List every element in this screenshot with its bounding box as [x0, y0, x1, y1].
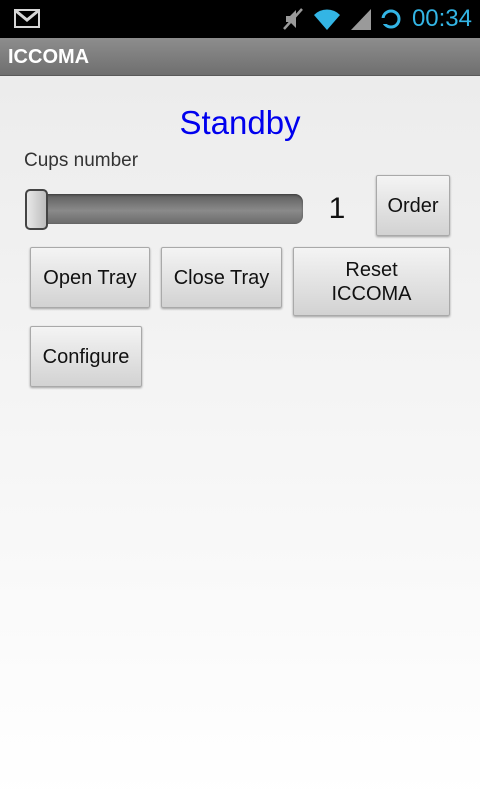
cups-number-label: Cups number	[24, 150, 139, 171]
main-content: Standby Cups number 1 Order Open Tray Cl…	[0, 76, 480, 800]
configure-button[interactable]: Configure	[30, 326, 142, 387]
action-bar: ICCOMA	[0, 38, 480, 76]
wifi-icon	[313, 9, 340, 30]
status-clock: 00:34	[411, 5, 472, 32]
order-button[interactable]: Order	[376, 175, 450, 236]
app-title: ICCOMA	[8, 46, 90, 68]
mute-icon	[283, 8, 303, 30]
cups-slider-thumb[interactable]	[25, 189, 48, 230]
close-tray-button[interactable]: Close Tray	[161, 247, 282, 308]
sync-icon	[380, 9, 401, 29]
status-icons: 00:34	[282, 0, 472, 38]
machine-status-text: Standby	[179, 104, 301, 141]
signal-icon	[350, 9, 371, 30]
cups-number-value: 1	[328, 192, 346, 225]
reset-iccoma-button[interactable]: Reset ICCOMA	[293, 247, 450, 316]
gmail-icon	[14, 9, 40, 28]
cups-slider-track[interactable]	[26, 194, 303, 224]
status-bar: 00:34	[0, 0, 480, 38]
open-tray-button[interactable]: Open Tray	[30, 247, 150, 308]
